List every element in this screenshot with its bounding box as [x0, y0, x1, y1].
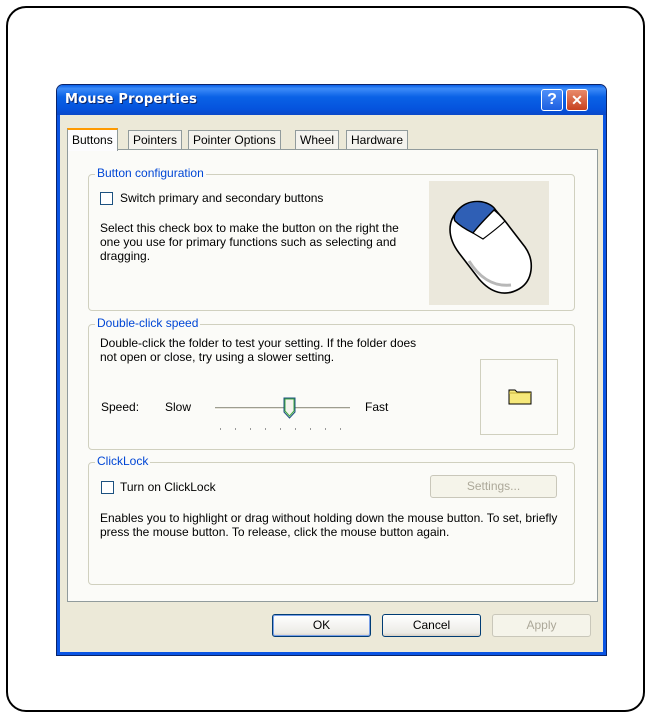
mouse-properties-dialog: Mouse Properties ? ✕ Buttons Pointers Po… [56, 84, 607, 656]
ok-button[interactable]: OK [272, 614, 371, 637]
double-click-speed-title: Double-click speed [95, 316, 201, 330]
close-icon: ✕ [571, 92, 583, 108]
switch-buttons-label[interactable]: Switch primary and secondary buttons [120, 191, 323, 205]
clicklock-settings-button[interactable]: Settings... [430, 475, 557, 498]
cancel-button[interactable]: Cancel [382, 614, 481, 637]
tab-panel-buttons: Button configuration Switch primary and … [67, 149, 598, 602]
tab-buttons[interactable]: Buttons [67, 128, 118, 151]
clicklock-title: ClickLock [95, 454, 151, 468]
clicklock-description: Enables you to highlight or drag without… [100, 511, 558, 539]
close-button[interactable]: ✕ [566, 89, 588, 111]
folder-icon[interactable] [481, 360, 559, 436]
test-folder-area[interactable] [480, 359, 558, 435]
slow-label: Slow [165, 400, 192, 414]
tab-wheel[interactable]: Wheel [295, 130, 340, 150]
clicklock-checkbox[interactable] [101, 481, 114, 494]
mouse-icon [449, 200, 532, 294]
tab-pointer-options[interactable]: Pointer Options [188, 130, 281, 150]
clicklock-label[interactable]: Turn on ClickLock [120, 480, 216, 494]
button-configuration-group: Button configuration Switch primary and … [88, 166, 575, 311]
apply-button[interactable]: Apply [492, 614, 591, 637]
double-click-speed-group: Double-click speed Double-click the fold… [88, 316, 575, 450]
fast-label: Fast [365, 400, 389, 414]
button-configuration-title: Button configuration [95, 166, 206, 180]
title-bar[interactable]: Mouse Properties ? ✕ [57, 85, 606, 115]
mouse-preview [429, 181, 549, 305]
tab-pointers[interactable]: Pointers [128, 130, 183, 150]
help-button[interactable]: ? [541, 89, 563, 111]
window-title: Mouse Properties [65, 92, 198, 107]
speed-label: Speed: [101, 400, 140, 414]
help-icon: ? [547, 91, 557, 108]
button-configuration-description: Select this check box to make the button… [100, 221, 399, 263]
tab-hardware[interactable]: Hardware [346, 130, 409, 150]
double-click-description: Double-click the folder to test your set… [100, 336, 417, 364]
clicklock-group: ClickLock Turn on ClickLock Settings... … [88, 454, 575, 585]
speed-slider-thumb[interactable] [283, 397, 296, 419]
switch-buttons-checkbox[interactable] [100, 192, 113, 205]
